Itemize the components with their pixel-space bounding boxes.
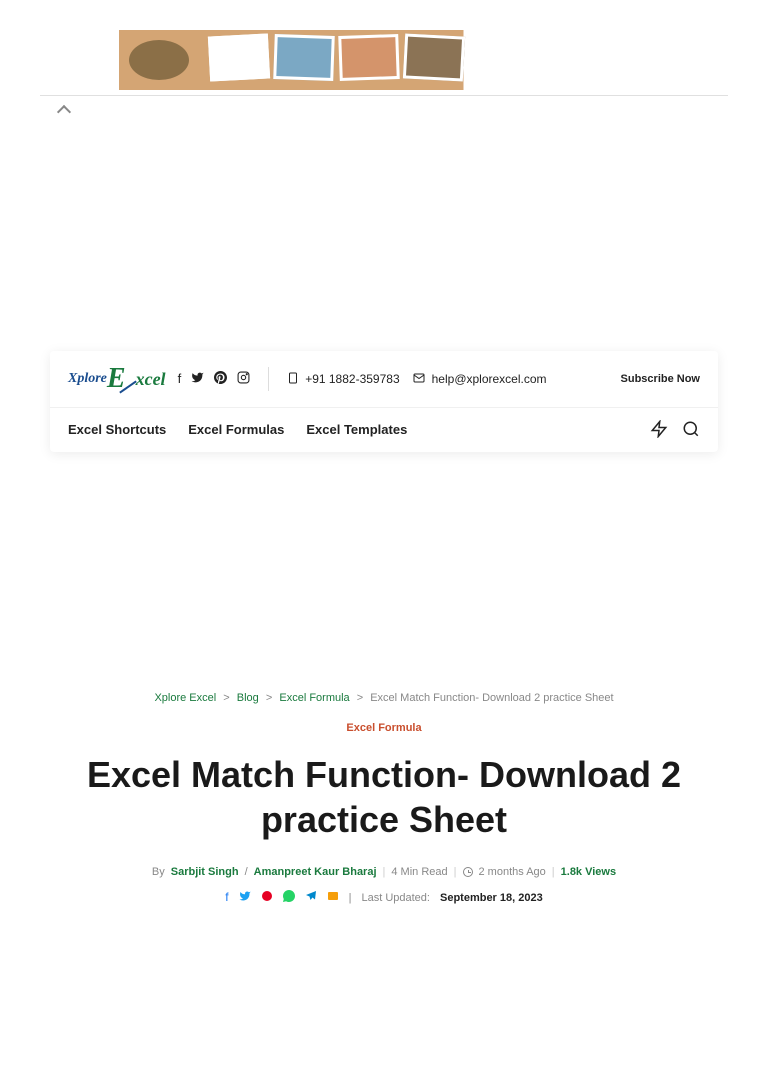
ad-banner[interactable] <box>119 30 649 90</box>
updated-date: September 18, 2023 <box>440 892 543 904</box>
nav-shortcuts[interactable]: Excel Shortcuts <box>68 422 166 437</box>
contact-email: help@xplorexcel.com <box>412 372 547 387</box>
author-sep: / <box>245 866 248 878</box>
breadcrumb-sep: > <box>357 692 363 704</box>
share-whatsapp-icon[interactable] <box>283 890 295 905</box>
breadcrumb-sep: > <box>223 692 229 704</box>
author-1-link[interactable]: Sarbjit Singh <box>171 866 239 878</box>
twitter-icon[interactable] <box>191 371 204 387</box>
share-email-icon[interactable] <box>327 890 339 905</box>
site-logo[interactable]: Xplore E xcel <box>68 363 166 395</box>
author-2-link[interactable]: Amanpreet Kaur Bharaj <box>254 866 377 878</box>
category-link[interactable]: Excel Formula <box>346 722 421 734</box>
email-link[interactable]: help@xplorexcel.com <box>432 372 547 386</box>
by-label: By <box>152 866 165 878</box>
share-facebook-icon[interactable]: f <box>225 890 228 905</box>
views-count[interactable]: 1.8k Views <box>561 866 616 878</box>
breadcrumb-current: Excel Match Function- Download 2 practic… <box>370 692 613 704</box>
breadcrumb: Xplore Excel > Blog > Excel Formula > Ex… <box>40 692 728 704</box>
ad-space-mid <box>0 452 768 692</box>
social-icons: f <box>178 371 251 387</box>
breadcrumb-home[interactable]: Xplore Excel <box>154 692 216 704</box>
share-icons: f <box>225 890 338 905</box>
share-row: f | Last Updated: September 18, 2023 <box>40 890 728 905</box>
main-nav: Excel Shortcuts Excel Formulas Excel Tem… <box>50 407 718 452</box>
share-pinterest-icon[interactable] <box>261 890 273 905</box>
site-header: Xplore E xcel f +91 1882-359783 <box>50 351 718 452</box>
breadcrumb-blog[interactable]: Blog <box>237 692 259 704</box>
subscribe-link[interactable]: Subscribe Now <box>621 373 700 385</box>
ad-divider <box>40 95 728 121</box>
content-space <box>0 905 768 1075</box>
clock-icon <box>463 867 473 877</box>
instagram-icon[interactable] <box>237 371 250 387</box>
article-title: Excel Match Function- Download 2 practic… <box>40 752 728 842</box>
logo-text-1: Xplore <box>68 371 107 387</box>
vertical-divider <box>268 367 269 391</box>
meta-sep: | <box>552 866 555 878</box>
meta-sep: | <box>349 892 352 904</box>
breadcrumb-category[interactable]: Excel Formula <box>279 692 349 704</box>
article-header: Xplore Excel > Blog > Excel Formula > Ex… <box>0 692 768 905</box>
ad-photo <box>338 34 400 81</box>
phone-icon <box>287 371 299 388</box>
mail-icon <box>412 372 426 387</box>
header-top-row: Xplore E xcel f +91 1882-359783 <box>50 351 718 407</box>
breadcrumb-sep: > <box>266 692 272 704</box>
pinterest-icon[interactable] <box>214 371 227 387</box>
share-telegram-icon[interactable] <box>305 890 317 905</box>
phone-link[interactable]: +91 1882-359783 <box>305 372 399 386</box>
ad-space-top <box>0 121 768 351</box>
nav-formulas[interactable]: Excel Formulas <box>188 422 284 437</box>
nav-right <box>650 420 700 438</box>
ad-photos <box>209 35 464 80</box>
bolt-icon[interactable] <box>650 420 668 438</box>
read-time: 4 Min Read <box>391 866 447 878</box>
ad-photo <box>403 33 465 81</box>
nav-templates[interactable]: Excel Templates <box>306 422 407 437</box>
ad-photo <box>273 34 335 81</box>
article-meta: By Sarbjit Singh / Amanpreet Kaur Bharaj… <box>40 866 728 878</box>
posted-time: 2 months Ago <box>479 866 546 878</box>
share-twitter-icon[interactable] <box>239 890 251 905</box>
search-icon[interactable] <box>682 420 700 438</box>
facebook-icon[interactable]: f <box>178 371 182 387</box>
logo-text-3: xcel <box>136 369 166 390</box>
article-category: Excel Formula <box>40 722 728 734</box>
updated-label: Last Updated: <box>361 892 430 904</box>
meta-sep: | <box>454 866 457 878</box>
contact-phone: +91 1882-359783 <box>287 371 399 388</box>
chevron-up-icon[interactable] <box>55 101 75 121</box>
meta-sep: | <box>383 866 386 878</box>
ad-photo <box>208 33 270 81</box>
